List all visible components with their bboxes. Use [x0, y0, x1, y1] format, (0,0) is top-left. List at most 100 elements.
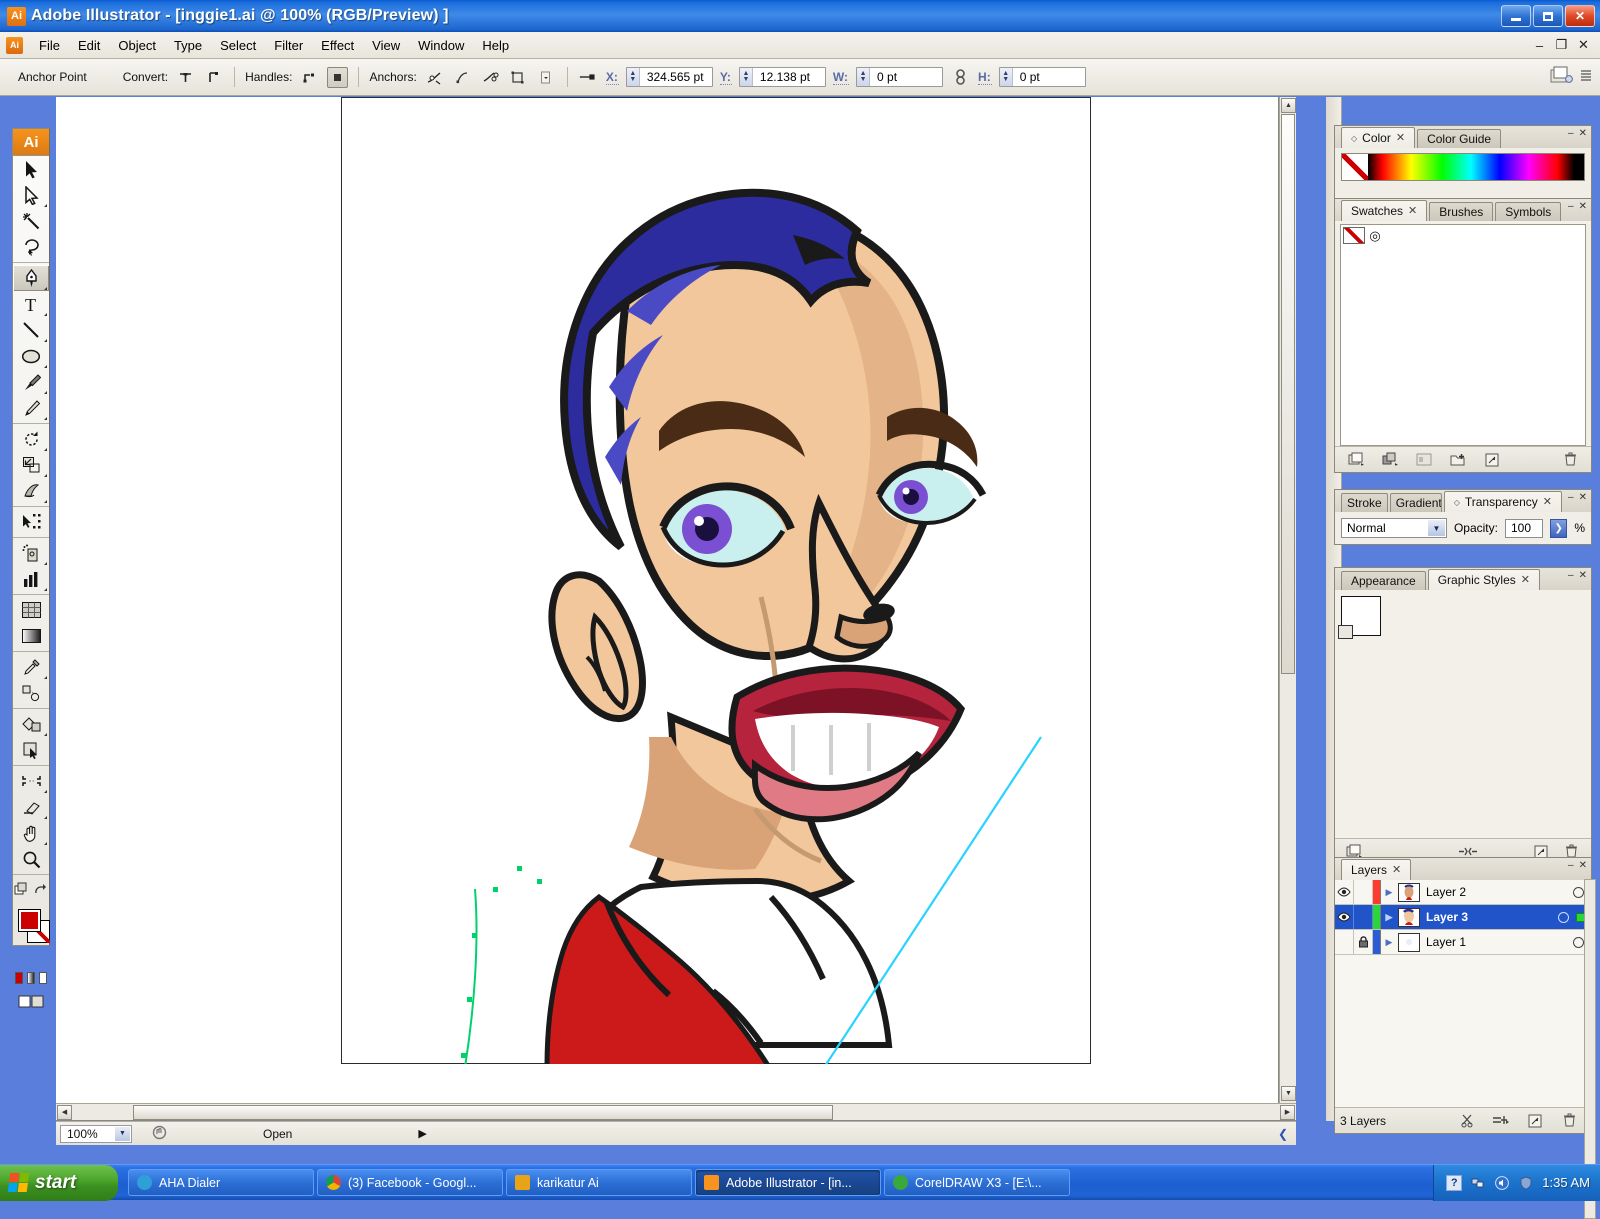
layer-target-circle[interactable]	[1558, 911, 1569, 923]
y-stepper[interactable]: ▲ ▼	[739, 68, 753, 86]
close-icon[interactable]: ✕	[1543, 493, 1552, 512]
pen-tool[interactable]	[13, 265, 49, 291]
taskbar-item-karikatur[interactable]: karikatur Ai	[506, 1169, 692, 1196]
mdi-minimize-button[interactable]: –	[1531, 38, 1548, 53]
menu-object[interactable]: Object	[109, 34, 165, 57]
lasso-tool[interactable]	[13, 234, 49, 260]
chevron-down-icon[interactable]: ▼	[1427, 520, 1445, 536]
chevron-down-icon[interactable]: ▼	[115, 1126, 130, 1141]
selection-tool[interactable]	[13, 156, 49, 182]
layer-name[interactable]: Layer 2	[1426, 885, 1573, 899]
opacity-input[interactable]: 100	[1504, 518, 1544, 538]
menu-help[interactable]: Help	[473, 34, 518, 57]
close-icon[interactable]: ✕	[1579, 492, 1587, 503]
layer-visibility-toggle[interactable]	[1335, 905, 1354, 929]
layer-target-circle[interactable]	[1573, 886, 1584, 898]
hide-handles-icon[interactable]	[327, 66, 349, 88]
new-swatch-icon[interactable]	[1475, 449, 1509, 471]
taskbar-item-aha-dialer[interactable]: AHA Dialer	[128, 1169, 314, 1196]
warp-tool[interactable]	[13, 478, 49, 504]
w-field[interactable]: ▲ ▼ 0 pt	[856, 67, 944, 87]
rotate-tool[interactable]	[13, 426, 49, 452]
menu-view[interactable]: View	[363, 34, 409, 57]
close-icon[interactable]: ✕	[1579, 570, 1587, 581]
close-icon[interactable]: ✕	[1579, 128, 1587, 139]
delete-layer-icon[interactable]	[1552, 1110, 1586, 1132]
restore-button[interactable]	[1533, 5, 1563, 27]
layer-name[interactable]: Layer 1	[1426, 935, 1573, 949]
mesh-tool[interactable]	[13, 597, 49, 623]
taskbar-item-coreldraw[interactable]: CorelDRAW X3 - [E:\...	[884, 1169, 1070, 1196]
collapse-icon[interactable]: –	[1568, 570, 1574, 581]
layer-visibility-toggle[interactable]	[1335, 880, 1354, 904]
layer-visibility-toggle[interactable]	[1335, 930, 1354, 954]
swatch-registration[interactable]: ◎	[1365, 227, 1385, 244]
collapse-icon[interactable]: –	[1568, 860, 1574, 871]
color-spectrum-bar[interactable]	[1341, 153, 1585, 181]
tab-appearance[interactable]: Appearance	[1341, 571, 1426, 590]
eraser-tool[interactable]	[13, 794, 49, 820]
tab-stroke[interactable]: Stroke	[1341, 493, 1388, 512]
tab-gradient[interactable]: Gradient	[1389, 493, 1442, 512]
hand-status-icon[interactable]	[152, 1125, 167, 1143]
type-tool[interactable]: T	[13, 291, 49, 317]
swatches-grid[interactable]: ◎	[1340, 224, 1586, 446]
x-field[interactable]: ▲ ▼ 324.565 pt	[625, 67, 713, 87]
document-setup-icon[interactable]	[1550, 66, 1574, 89]
layer-expand-arrow[interactable]: ▶	[1381, 937, 1397, 948]
magic-wand-tool[interactable]	[13, 208, 49, 234]
graphic-style-default-swatch[interactable]	[1338, 596, 1381, 639]
network-icon[interactable]	[1470, 1175, 1486, 1191]
ellipse-tool[interactable]	[13, 343, 49, 369]
tab-brushes[interactable]: Brushes	[1429, 202, 1494, 221]
gradient-tool[interactable]	[13, 623, 49, 649]
new-color-group-icon[interactable]	[1441, 449, 1475, 471]
show-swatch-kinds-icon[interactable]	[1373, 449, 1407, 471]
volume-icon[interactable]	[1494, 1175, 1510, 1191]
minimize-button[interactable]	[1501, 5, 1531, 27]
h-stepper[interactable]: ▲ ▼	[999, 68, 1013, 86]
bounding-box-options-icon[interactable]	[536, 67, 557, 88]
cut-path-at-anchors-icon[interactable]	[480, 67, 501, 88]
mdi-restore-button[interactable]: ❐	[1553, 37, 1570, 53]
convert-to-corner-icon[interactable]	[175, 67, 196, 88]
make-clipping-mask-icon[interactable]	[1450, 1110, 1484, 1132]
tab-color-guide[interactable]: Color Guide	[1417, 129, 1502, 148]
show-handles-icon[interactable]	[299, 67, 320, 88]
gradient-button[interactable]	[27, 972, 35, 984]
canvas-horizontal-scrollbar[interactable]: ◀ ▶	[56, 1103, 1296, 1120]
canvas-vertical-scrollbar[interactable]: ▲ ▼	[1279, 97, 1296, 1103]
tab-swatches[interactable]: Swatches ✕	[1341, 200, 1428, 221]
none-color-swatch[interactable]	[1342, 154, 1368, 180]
eyedropper-tool[interactable]	[13, 654, 49, 680]
hand-tool[interactable]	[13, 820, 49, 846]
black-swatch[interactable]	[1574, 154, 1584, 180]
layer-row[interactable]: ▶ Layer 3	[1335, 905, 1591, 930]
line-segment-tool[interactable]	[13, 317, 49, 343]
paintbrush-tool[interactable]	[13, 369, 49, 395]
layer-target-circle[interactable]	[1573, 936, 1584, 948]
close-icon[interactable]: ✕	[1521, 571, 1530, 590]
color-spectrum[interactable]	[1368, 154, 1574, 180]
swatch-libraries-icon[interactable]	[1339, 449, 1373, 471]
shield-icon[interactable]	[1518, 1175, 1534, 1191]
fill-swatch[interactable]	[18, 909, 41, 932]
horizontal-scroll-thumb[interactable]	[133, 1104, 833, 1120]
collapse-icon[interactable]: –	[1568, 492, 1574, 503]
layer-row[interactable]: ▶ Layer 1	[1335, 930, 1591, 955]
column-graph-tool[interactable]	[13, 566, 49, 592]
delete-swatch-icon[interactable]	[1553, 449, 1587, 471]
x-stepper[interactable]: ▲ ▼	[626, 68, 640, 86]
document-ai-icon[interactable]: Ai	[6, 36, 23, 54]
symbol-sprayer-tool[interactable]	[13, 540, 49, 566]
scroll-up-button[interactable]: ▲	[1281, 98, 1296, 113]
mdi-close-button[interactable]: ✕	[1575, 37, 1592, 53]
menu-window[interactable]: Window	[409, 34, 473, 57]
layer-expand-arrow[interactable]: ▶	[1381, 912, 1397, 923]
pencil-tool[interactable]	[13, 395, 49, 421]
tab-graphic-styles[interactable]: Graphic Styles ✕	[1427, 569, 1540, 590]
close-icon[interactable]: ✕	[1396, 129, 1405, 148]
opacity-slider-button[interactable]: ❯	[1550, 518, 1568, 538]
slice-tool[interactable]	[13, 768, 49, 794]
taskbar-item-illustrator[interactable]: Adobe Illustrator - [in...	[695, 1169, 881, 1196]
